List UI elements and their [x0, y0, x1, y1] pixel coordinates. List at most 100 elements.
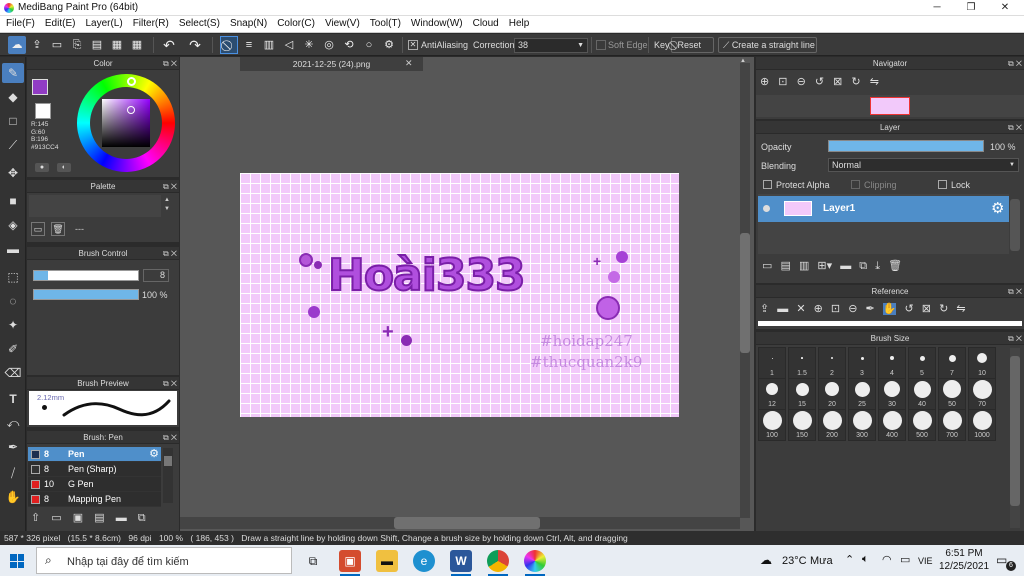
vanish-snap-icon[interactable]: ◁ [280, 36, 298, 54]
brush-list-scroll-thumb[interactable] [164, 456, 172, 466]
clock-time[interactable]: 6:51 PM [944, 548, 984, 559]
menu-view[interactable]: View(V) [319, 16, 364, 29]
color-swap-button[interactable]: ◐ [57, 163, 71, 172]
close-button[interactable]: ✕ [988, 0, 1022, 16]
line-tool-icon[interactable]: ⟋ [2, 135, 24, 155]
transparent-swatch[interactable] [35, 103, 51, 119]
magic-wand-tool-icon[interactable]: ✦ [2, 315, 24, 335]
color-mode-button[interactable]: ● [35, 163, 49, 172]
maximize-button[interactable]: ❐ [954, 0, 988, 16]
document-canvas[interactable]: Hoài333 + + #hoidap247 #thucquan2k9 [240, 173, 679, 417]
brush-row[interactable]: 8 Pen (Sharp) [28, 462, 161, 477]
comment-icon[interactable]: ▭ [48, 36, 66, 54]
curve-snap-icon[interactable]: ⟲ [340, 36, 358, 54]
brush-size-cell[interactable]: 40 [908, 378, 936, 410]
zoom-in-icon[interactable]: ⊕ [760, 76, 769, 88]
horizontal-scrollbar[interactable] [180, 517, 740, 529]
snap-settings-icon[interactable]: ⚙ [380, 36, 398, 54]
layer-opacity-slider[interactable] [828, 140, 984, 152]
clock-date[interactable]: 12/25/2021 [938, 561, 990, 572]
rotate-right-icon[interactable]: ↻ [851, 76, 860, 88]
gear-icon[interactable]: ⚙ [149, 447, 159, 460]
bucket-tool-icon[interactable]: ◈ [2, 215, 24, 235]
hue-cursor[interactable] [127, 77, 136, 86]
brush-row[interactable]: 8 Pen ⚙ [28, 447, 161, 462]
correction-select[interactable]: 38 ▼ [514, 38, 588, 53]
add-layer-menu-icon[interactable]: ⊞▾ [817, 260, 832, 272]
reset-button[interactable]: ⃠ Reset [671, 37, 714, 53]
brush-size-cell[interactable]: 20 [818, 378, 846, 410]
antialiasing-checkbox[interactable]: ✕ [408, 40, 418, 50]
ref-eyedropper-icon[interactable]: ✒ [865, 303, 874, 315]
panel-close-icon[interactable]: ⧉ ✕ [163, 377, 177, 390]
operation-tool-icon[interactable]: ⤺ [2, 413, 24, 433]
rotate-left-icon[interactable]: ↺ [815, 76, 824, 88]
panel-close-icon[interactable]: ⧉ ✕ [1008, 121, 1022, 134]
chrome-icon[interactable] [487, 550, 509, 572]
brush-size-cell[interactable]: 150 [788, 409, 816, 441]
menu-file[interactable]: File(F) [0, 16, 39, 29]
duplicate-layer-icon[interactable]: ⧉ [859, 260, 867, 272]
menu-window[interactable]: Window(W) [405, 16, 467, 29]
brush-size-cell[interactable]: 50 [938, 378, 966, 410]
taskbar-search[interactable]: ⌕ Nhập tại đây để tìm kiếm [36, 547, 292, 574]
dot-tool-icon[interactable]: □ [2, 111, 24, 131]
menu-color[interactable]: Color(C) [271, 16, 319, 29]
brush-import-icon[interactable]: ▣ [73, 512, 83, 524]
brush-props-icon[interactable]: ▤ [94, 512, 104, 524]
share-icon[interactable]: ⎘ [68, 36, 86, 54]
photo-app-icon[interactable]: ▣ [339, 550, 361, 572]
move-tool-icon[interactable]: ✥ [2, 163, 24, 183]
eye-icon[interactable] [763, 205, 770, 212]
zoom-fit-icon[interactable]: ⊡ [778, 76, 787, 88]
hue-wheel[interactable] [77, 74, 175, 172]
brush-size-value[interactable]: 8 [143, 269, 169, 282]
gradient-tool-icon[interactable]: ▬ [2, 239, 24, 259]
tab-close-icon[interactable]: ✕ [405, 58, 413, 69]
eyedropper-tool-icon[interactable]: ✒ [2, 437, 24, 457]
medibang-icon[interactable] [524, 550, 546, 572]
circle-snap-icon[interactable]: ◎ [320, 36, 338, 54]
snap-off-icon[interactable]: ⃠ [220, 36, 238, 54]
input-language[interactable]: VIE [918, 556, 933, 566]
select-pen-tool-icon[interactable]: ✐ [2, 339, 24, 359]
rotate-reset-icon[interactable]: ⊠ [833, 76, 842, 88]
layer-scrollbar[interactable] [1010, 199, 1020, 251]
edge-icon[interactable]: e [413, 550, 435, 572]
scroll-up-icon[interactable]: ▲ [740, 58, 746, 64]
straight-line-button[interactable]: ⟋ Create a straight line [718, 37, 817, 53]
menu-select[interactable]: Select(S) [173, 16, 224, 29]
brush-row[interactable]: 10 G Pen [28, 477, 161, 492]
palette-add-icon[interactable]: ▭ [31, 222, 45, 236]
word-icon[interactable]: W [450, 550, 472, 572]
brush-list-scrollbar[interactable] [163, 448, 173, 503]
fill-rect-tool-icon[interactable]: ■ [2, 191, 24, 211]
weather-temp[interactable]: 23°C [782, 555, 807, 567]
folder-icon[interactable]: ▬ [840, 260, 851, 272]
page-icon[interactable]: ▤ [88, 36, 106, 54]
upload-icon[interactable]: ⇪ [28, 36, 46, 54]
reference-view[interactable] [758, 321, 1022, 326]
brush-size-cell[interactable]: 15 [788, 378, 816, 410]
ref-zoom-in-icon[interactable]: ⊕ [814, 303, 823, 315]
brush-size-cell[interactable]: 1000 [968, 409, 996, 441]
vertical-scrollbar[interactable] [740, 63, 750, 518]
document-tab[interactable]: 2021-12-25 (24).png [240, 57, 423, 71]
palette-delete-icon[interactable]: 🗑 [51, 222, 65, 236]
brush-size-cell[interactable]: 25 [848, 378, 876, 410]
brush-size-cell[interactable]: 400 [878, 409, 906, 441]
brush-new-icon[interactable]: ▭ [51, 512, 61, 524]
brush-size-cell[interactable]: 5 [908, 347, 936, 379]
cloud-icon[interactable]: ☁ [8, 36, 26, 54]
parallel-snap-icon[interactable]: ≡ [240, 36, 258, 54]
volume-icon[interactable]: 🔈︎ [862, 553, 869, 566]
main-color-swatch[interactable] [32, 79, 48, 95]
brush-size-cell[interactable]: 300 [848, 409, 876, 441]
brush-size-cell[interactable]: 70 [968, 378, 996, 410]
select-tool-icon[interactable]: ⬚ [2, 267, 24, 287]
blending-select[interactable]: Normal ▼ [828, 158, 1019, 172]
brush-size-cell[interactable]: 3 [848, 347, 876, 379]
menu-layer[interactable]: Layer(L) [79, 16, 126, 29]
wifi-icon[interactable]: ◠ [882, 553, 892, 566]
brush-size-scrollbar[interactable] [1010, 348, 1020, 528]
